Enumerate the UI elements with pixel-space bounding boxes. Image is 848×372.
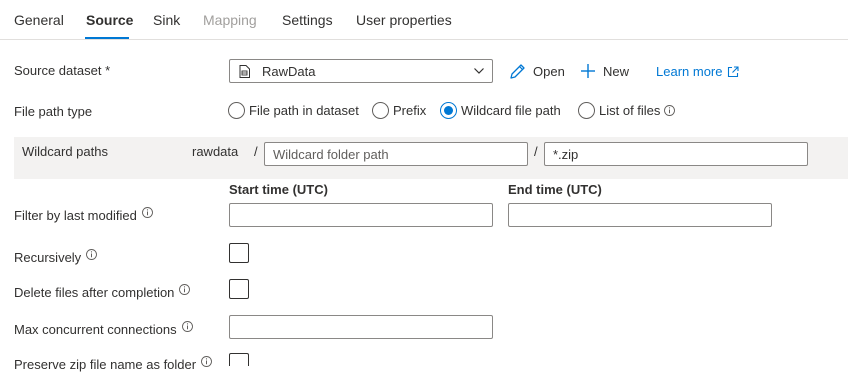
path-separator: /: [534, 144, 538, 159]
max-concurrent-input[interactable]: [229, 315, 493, 339]
preserve-zip-label: Preserve zip file name as folder: [14, 356, 213, 372]
open-label: Open: [533, 63, 565, 79]
end-time-label: End time (UTC): [508, 182, 602, 197]
required-mark: *: [105, 63, 111, 78]
tab-settings[interactable]: Settings: [282, 12, 333, 28]
source-dataset-label: Source dataset *: [14, 63, 111, 78]
radio-circle: [228, 101, 245, 119]
recursively-label: Recursively: [14, 249, 98, 265]
dataset-icon: [239, 65, 250, 78]
external-link-icon: [728, 65, 740, 77]
tab-bar: General Source Sink Mapping Settings Use…: [0, 0, 848, 40]
radio-label: Wildcard file path: [461, 102, 561, 118]
radio-circle: [578, 101, 595, 119]
active-tab-indicator: [85, 37, 129, 39]
start-time-label: Start time (UTC): [229, 182, 328, 197]
info-icon[interactable]: [201, 356, 213, 367]
path-separator: /: [254, 144, 258, 159]
radio-file-path-in-dataset[interactable]: File path in dataset: [228, 101, 359, 119]
wildcard-paths-label: Wildcard paths: [22, 144, 108, 159]
info-icon[interactable]: [86, 249, 98, 260]
edit-pencil-icon: [510, 63, 525, 79]
tab-source[interactable]: Source: [86, 12, 133, 28]
file-path-type-label: File path type: [14, 104, 93, 119]
preserve-zip-checkbox[interactable]: [229, 353, 249, 366]
radio-prefix[interactable]: Prefix: [372, 101, 426, 119]
radio-list-of-files[interactable]: List of files: [578, 101, 676, 119]
container-name: rawdata: [192, 144, 239, 159]
tab-sink[interactable]: Sink: [153, 12, 180, 28]
learn-more-text: Learn more: [656, 64, 723, 79]
filter-by-last-modified-label: Filter by last modified: [14, 207, 153, 223]
max-concurrent-label: Max concurrent connections: [14, 321, 193, 337]
chevron-down-icon: [474, 68, 484, 74]
delete-files-checkbox[interactable]: [229, 279, 249, 299]
open-dataset-button[interactable]: Open: [509, 60, 565, 82]
plus-icon: [581, 64, 595, 78]
recursively-checkbox[interactable]: [229, 243, 249, 263]
info-icon[interactable]: [179, 284, 191, 295]
info-icon[interactable]: [141, 207, 153, 218]
new-label: New: [603, 63, 630, 79]
learn-more-link[interactable]: Learn more: [656, 64, 740, 79]
delete-files-label: Delete files after completion: [14, 284, 191, 300]
radio-label: List of files: [599, 102, 661, 118]
wildcard-file-name-input[interactable]: [544, 142, 808, 166]
new-dataset-button[interactable]: New: [580, 60, 629, 82]
tab-mapping: Mapping: [203, 12, 257, 28]
radio-label: Prefix: [393, 102, 427, 118]
wildcard-folder-path-input[interactable]: [264, 142, 528, 166]
end-time-input[interactable]: [508, 203, 772, 227]
tab-user-properties[interactable]: User properties: [356, 12, 452, 28]
radio-wildcard-file-path[interactable]: Wildcard file path: [440, 101, 561, 119]
tab-general[interactable]: General: [14, 12, 64, 28]
radio-circle: [372, 101, 389, 119]
dataset-selected-value: RawData: [262, 64, 316, 79]
start-time-input[interactable]: [229, 203, 493, 227]
info-icon[interactable]: [664, 104, 676, 116]
source-dataset-dropdown[interactable]: RawData: [229, 59, 493, 83]
radio-label: File path in dataset: [249, 102, 359, 118]
info-icon[interactable]: [181, 321, 193, 332]
radio-circle-checked: [440, 101, 457, 119]
